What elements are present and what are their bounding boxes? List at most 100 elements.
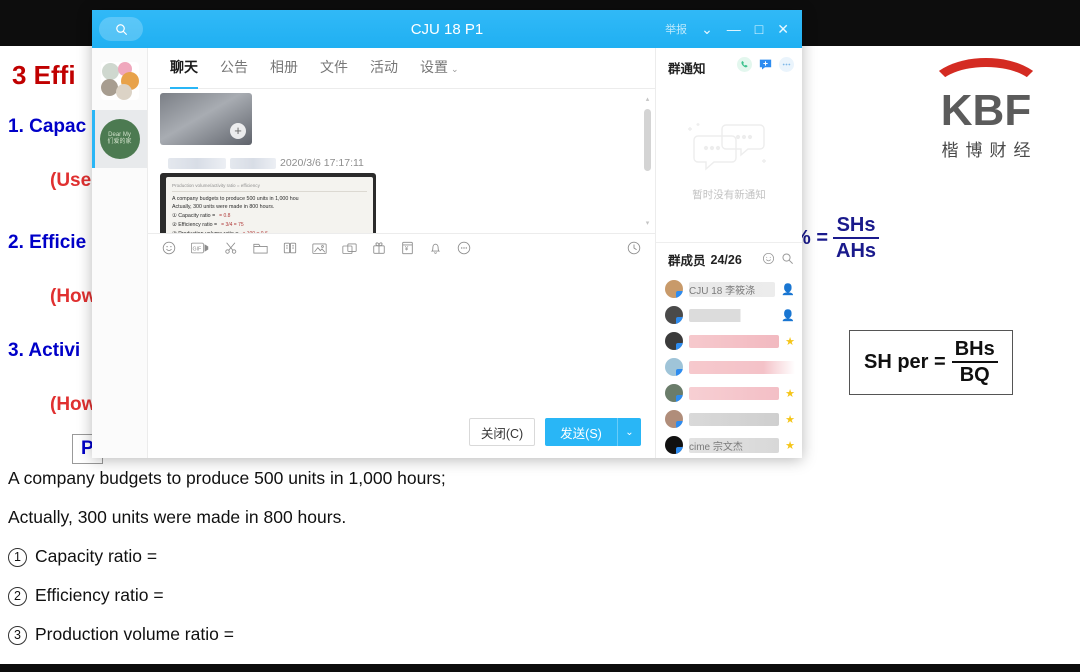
tab-files[interactable]: 文件	[320, 57, 348, 79]
question-item-1: 1 Capacity ratio =	[8, 546, 708, 567]
question-line-2: Actually, 300 units were made in 800 hou…	[8, 507, 347, 527]
list-item[interactable]: ★	[656, 406, 802, 432]
fraction-numerator: SHs	[833, 214, 880, 240]
more-tools-icon[interactable]	[457, 241, 471, 255]
member-name-redacted	[689, 360, 795, 374]
message-scroll-content: + 2020/3/6 17:17:11 Production volume/ac…	[148, 89, 655, 233]
list-item[interactable]: cime 宗文杰 ★	[656, 432, 802, 458]
fraction-denominator: BQ	[959, 364, 990, 387]
tab-settings-label: 设置	[420, 59, 448, 75]
tab-settings[interactable]: 设置 ⌄	[420, 57, 459, 79]
group-avatar-green: Dear My 们爱的家	[99, 119, 140, 159]
vip-star-icon: ★	[785, 413, 795, 426]
tab-album[interactable]: 相册	[270, 57, 298, 79]
question-line-1: A company budgets to produce 500 units i…	[8, 468, 446, 488]
admin-badge-icon: 👤	[781, 309, 795, 322]
question-item-2: 2 Efficiency ratio =	[8, 585, 708, 606]
red-envelope-icon[interactable]: ¥	[401, 241, 414, 255]
fraction-denominator: AHs	[836, 240, 877, 263]
image-icon[interactable]	[312, 242, 327, 255]
avatar	[665, 332, 683, 350]
avatar	[665, 306, 683, 324]
invite-member-icon[interactable]	[762, 252, 775, 268]
message-item: Production volume/activity ratio = effic…	[160, 173, 635, 233]
group-members-list[interactable]: CJU 18 李筱涤 👤 👤 ★ ★ ★ cime 宗文杰 ★	[656, 276, 802, 458]
tab-chat[interactable]: 聊天	[170, 57, 198, 89]
whiteboard-line-1: A company budgets to produce 500 units i…	[172, 195, 299, 202]
group-screenshot-icon[interactable]	[283, 241, 297, 255]
scissors-icon[interactable]	[224, 241, 238, 255]
whiteboard-content: Production volume/activity ratio = effic…	[166, 177, 373, 233]
member-name-redacted	[689, 334, 780, 348]
chevron-down-icon[interactable]: ⌄	[701, 22, 713, 36]
window-body: Dear My 们爱的家 聊天 公告 相册 文件 活动 设置 ⌄ + 2020/…	[92, 48, 802, 458]
item-text: Capacity ratio =	[35, 546, 158, 566]
group-notice-title: 群通知	[668, 62, 706, 76]
folder-icon[interactable]	[253, 242, 268, 255]
list-item[interactable]: CJU 18 李筱涤 👤	[656, 276, 802, 302]
slide-point-1: 1. Capac	[8, 116, 87, 137]
kbf-chinese-name: 楷博财经	[941, 140, 1038, 160]
send-options-chevron-icon[interactable]: ⌄	[617, 418, 641, 446]
vip-star-icon: ★	[785, 439, 795, 452]
tab-bar: 聊天 公告 相册 文件 活动 设置 ⌄	[148, 48, 459, 89]
whiteboard-item-2: ② Efficiency ratio = = 3/4 = 75	[172, 221, 367, 230]
tab-activities[interactable]: 活动	[370, 57, 398, 79]
card-icon[interactable]	[342, 242, 357, 255]
chat-plus-icon[interactable]	[758, 57, 773, 77]
message-scrollbar[interactable]: ▴ ▾	[644, 95, 651, 227]
gift-icon[interactable]	[372, 241, 386, 255]
phone-icon[interactable]	[737, 57, 752, 77]
member-name: CJU 18 李筱涤	[689, 281, 776, 297]
close-button[interactable]: 关闭(C)	[469, 418, 535, 446]
group-notice-empty-state: 暂时没有新通知	[656, 83, 802, 242]
plus-overlay-icon: +	[230, 123, 246, 139]
item-text: Efficiency ratio =	[35, 585, 164, 605]
member-name-redacted	[689, 412, 780, 426]
owner-crown-icon: 👤	[781, 283, 795, 296]
slide-title: 3 Effi	[12, 60, 76, 90]
bell-icon[interactable]	[429, 241, 442, 255]
slide-point-2-note: (How	[50, 286, 97, 307]
more-icon[interactable]	[779, 57, 794, 77]
whiteboard-item-3-answer: × 100 = 0.6	[242, 230, 267, 233]
message-photo-whiteboard[interactable]: Production volume/activity ratio = effic…	[160, 173, 376, 233]
sender-badge-redacted	[230, 157, 276, 169]
report-button[interactable]: 举报	[665, 21, 687, 37]
tab-announcements[interactable]: 公告	[220, 57, 248, 79]
svg-text:¥: ¥	[405, 246, 409, 253]
kbf-letters: KBF	[940, 86, 1032, 135]
list-item[interactable]	[656, 354, 802, 380]
member-name-redacted	[689, 308, 776, 322]
slide-point-2: 2. Efficie	[8, 232, 87, 253]
avatar	[665, 384, 683, 402]
search-icon[interactable]	[99, 17, 143, 41]
list-item[interactable]: 👤	[656, 302, 802, 328]
list-item[interactable]: ★	[656, 328, 802, 354]
group-notice-empty-text: 暂时没有新通知	[692, 189, 766, 201]
message-photo-thumb[interactable]: +	[160, 93, 252, 145]
action-buttons: 关闭(C) 发送(S) ⌄	[148, 406, 655, 458]
list-item[interactable]: ★	[656, 380, 802, 406]
close-button[interactable]: ✕	[777, 22, 789, 36]
message-timestamp: 2020/3/6 17:17:11	[280, 157, 364, 169]
maximize-button[interactable]: □	[755, 22, 763, 36]
minimize-button[interactable]: —	[727, 22, 741, 36]
message-list[interactable]: + 2020/3/6 17:17:11 Production volume/ac…	[148, 89, 655, 233]
gif-icon[interactable]: GIF	[191, 242, 209, 254]
rail-item-green-group[interactable]: Dear My 们爱的家	[92, 110, 147, 168]
message-input[interactable]	[148, 262, 655, 406]
whiteboard-item-3-label: ③ Production volume ratio =	[172, 230, 238, 233]
search-member-icon[interactable]	[781, 252, 794, 268]
fraction-bhs-bq: BHs BQ	[951, 338, 998, 387]
group-avatar-collage	[100, 62, 139, 100]
rail-item-collage[interactable]	[92, 52, 147, 110]
send-button[interactable]: 发送(S)	[545, 418, 617, 446]
whiteboard-item-2-label: ② Efficiency ratio =	[172, 221, 218, 228]
scroll-down-icon[interactable]: ▾	[644, 219, 651, 227]
emoji-icon[interactable]	[162, 241, 176, 255]
group-members-label: 群成员	[668, 254, 706, 268]
slide-point-3: 3. Activi	[8, 340, 81, 361]
history-clock-icon[interactable]	[627, 241, 641, 255]
scrollbar-thumb[interactable]	[644, 109, 651, 171]
